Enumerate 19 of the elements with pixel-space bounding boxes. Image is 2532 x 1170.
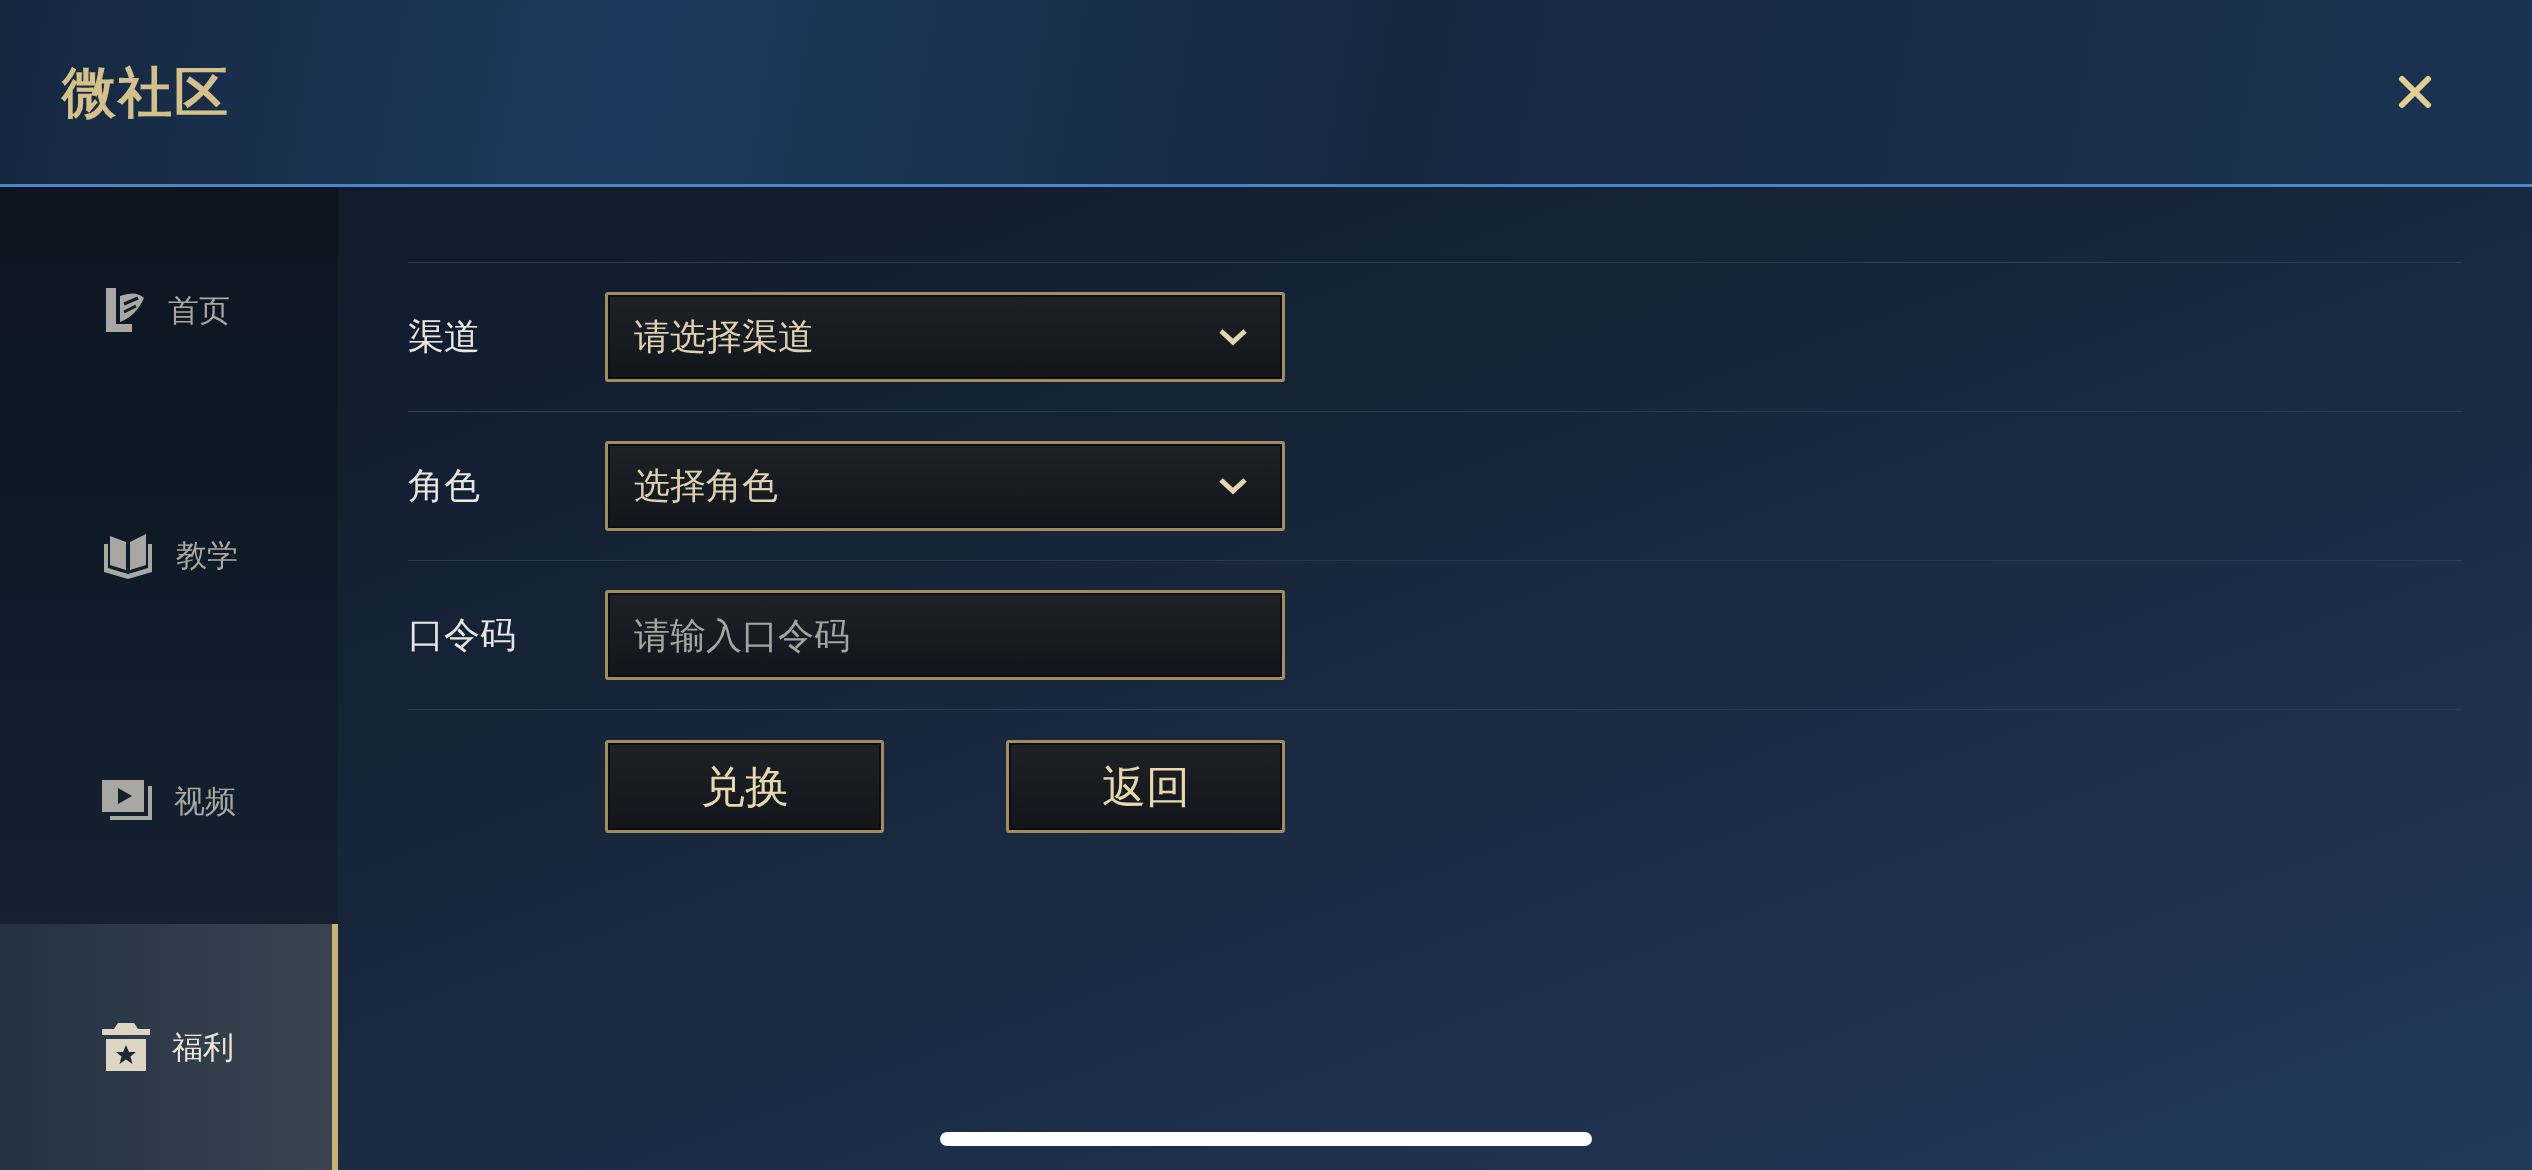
chevron-down-icon: [1218, 327, 1248, 347]
field-label: 角色: [408, 464, 481, 508]
video-icon: [102, 780, 152, 823]
input-field[interactable]: 请输入口令码: [605, 590, 1285, 680]
dropdown[interactable]: 选择角色: [605, 441, 1285, 531]
sidebar-tab[interactable]: 首页: [0, 187, 338, 433]
dropdown[interactable]: 请选择渠道: [605, 292, 1285, 382]
sidebar-tab[interactable]: 视频: [0, 678, 338, 925]
chevron-down-icon: [1218, 476, 1248, 496]
field-label: 口令码: [408, 613, 517, 657]
sidebar-tab[interactable]: 福利: [0, 924, 338, 1170]
action-button[interactable]: 返回: [1006, 740, 1285, 833]
action-button[interactable]: 兑换: [605, 740, 884, 833]
page-title: 微社区: [62, 59, 230, 126]
gift-icon: [102, 1023, 150, 1072]
book-icon: [102, 531, 154, 580]
field-label: 渠道: [408, 315, 481, 359]
close-icon[interactable]: [2398, 75, 2432, 109]
sidebar-tab[interactable]: 教学: [0, 432, 338, 679]
